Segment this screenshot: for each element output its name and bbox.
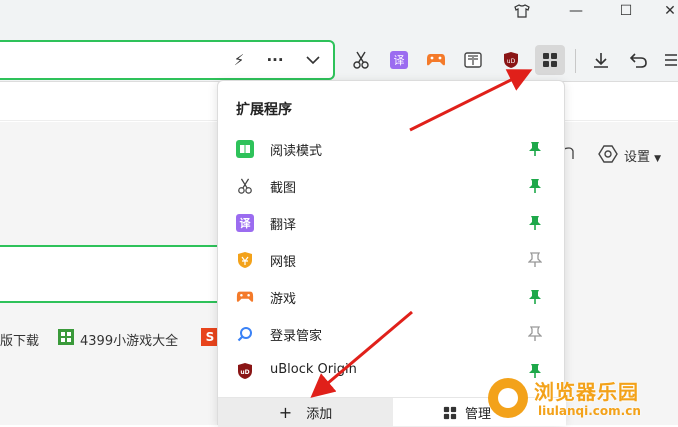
watermark-title: 浏览器乐园 (534, 380, 639, 404)
svg-text:uD: uD (507, 58, 516, 65)
extension-item-reader[interactable]: 阅读模式 (218, 131, 566, 167)
4399-logo-icon (58, 329, 74, 345)
add-extension-button[interactable]: + 添加 (218, 398, 393, 427)
extensions-button[interactable] (535, 45, 565, 75)
extension-label: 网银 (270, 255, 297, 270)
shield-icon (236, 251, 254, 269)
close-button[interactable]: ✕ (648, 0, 678, 22)
ublock-badge-text: uD (240, 369, 249, 376)
toolbar: ⚡ ··· 译 uD (0, 40, 678, 82)
translate-badge: 译 (390, 51, 408, 69)
pin-icon[interactable] (528, 289, 542, 305)
plus-icon: + (278, 403, 293, 422)
download-icon[interactable] (590, 49, 612, 71)
popup-title: 扩展程序 (236, 102, 292, 118)
title-bar: — ☐ ✕ (0, 0, 678, 40)
book-icon (236, 140, 254, 158)
gamepad-icon (236, 288, 254, 306)
quick-link-4399[interactable]: 4399小游戏大全 (80, 330, 178, 349)
pin-icon[interactable] (528, 178, 542, 194)
extension-label: 翻译 (270, 218, 297, 233)
quick-link-download[interactable]: 版下载 (0, 330, 39, 349)
pin-icon[interactable] (527, 252, 543, 268)
book-icon[interactable] (462, 49, 484, 71)
extension-label: 截图 (270, 181, 297, 196)
translate-icon[interactable]: 译 (388, 49, 410, 71)
scissors-icon[interactable] (350, 49, 372, 71)
pin-icon[interactable] (528, 141, 542, 157)
watermark: 浏览器乐园 liulanqi.com.cn (488, 372, 678, 425)
add-label: 添加 (306, 407, 333, 422)
extension-item-screenshot[interactable]: 截图 (218, 168, 566, 204)
more-icon[interactable]: ··· (264, 49, 286, 71)
search-box[interactable] (0, 245, 220, 303)
watermark-url: liulanqi.com.cn (538, 404, 641, 418)
key-search-icon (236, 325, 254, 343)
pin-icon[interactable] (528, 215, 542, 231)
ublock-icon[interactable]: uD (500, 49, 522, 71)
settings-label: 设置 (624, 150, 651, 165)
chevron-down-icon[interactable] (302, 49, 324, 71)
menu-icon[interactable] (660, 49, 678, 71)
gear-icon[interactable] (598, 144, 618, 164)
extension-item-translate[interactable]: 译 翻译 (218, 205, 566, 241)
extension-label: 阅读模式 (270, 144, 323, 159)
extension-item-banking[interactable]: 网银 (218, 242, 566, 278)
lightning-icon[interactable]: ⚡ (228, 49, 250, 71)
translate-badge: 译 (239, 217, 251, 230)
translate-icon: 译 (236, 214, 254, 232)
extension-item-games[interactable]: 游戏 (218, 279, 566, 315)
shirt-icon[interactable] (500, 0, 544, 22)
minimize-button[interactable]: — (554, 0, 598, 22)
scissors-icon (236, 177, 254, 195)
ublock-icon: uD (236, 362, 254, 380)
pin-icon[interactable] (527, 326, 543, 342)
toolbar-divider (575, 49, 576, 73)
watermark-logo-icon (488, 378, 528, 418)
extension-item-login-manager[interactable]: 登录管家 (218, 316, 566, 352)
undo-icon[interactable] (628, 49, 650, 71)
extension-label: 游戏 (270, 292, 297, 307)
maximize-button[interactable]: ☐ (604, 0, 648, 22)
grid-icon (443, 406, 457, 419)
extension-label: uBlock Origin (270, 362, 357, 377)
extension-label: 登录管家 (270, 329, 323, 344)
gamepad-icon[interactable] (425, 49, 447, 71)
caret-down-icon: ▼ (654, 154, 662, 164)
settings-link[interactable]: 设置 ▼ (624, 146, 661, 165)
